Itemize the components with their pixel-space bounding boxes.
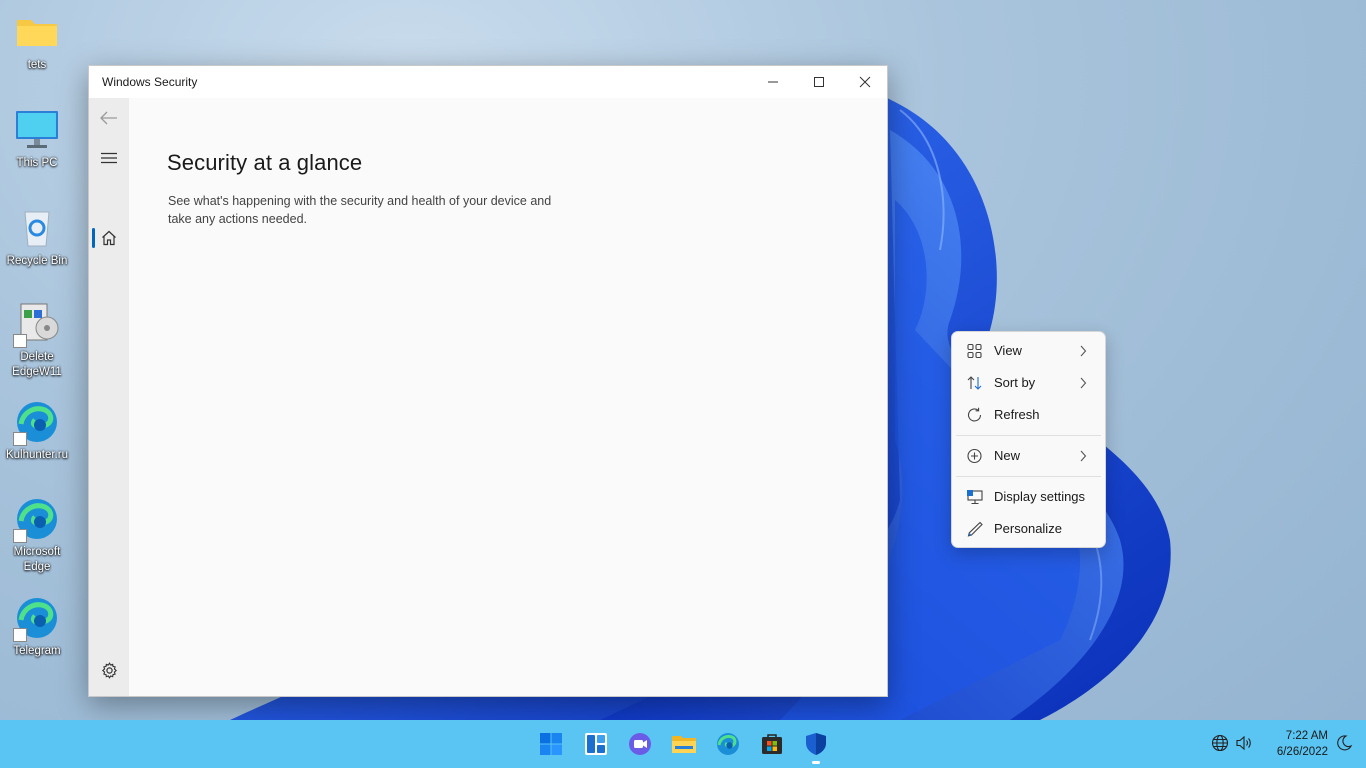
menu-item-sort-by[interactable]: Sort by xyxy=(956,368,1101,398)
display-settings-icon xyxy=(967,490,983,505)
desktop-icon-delete-edgew11[interactable]: Delete EdgeW11 xyxy=(2,300,72,380)
minimize-button[interactable] xyxy=(750,66,796,98)
hamburger-icon xyxy=(101,152,117,164)
windows-security-window[interactable]: Windows Security Security at a glance Se… xyxy=(88,65,888,697)
menu-item-new[interactable]: New xyxy=(956,441,1101,471)
file-explorer-button[interactable] xyxy=(666,726,702,762)
shortcut-arrow-icon xyxy=(13,529,27,543)
edge-icon xyxy=(13,594,61,642)
edge-taskbar-button[interactable] xyxy=(710,726,746,762)
edge-icon xyxy=(13,495,61,543)
chevron-right-icon xyxy=(1080,377,1087,389)
menu-item-label: Sort by xyxy=(994,375,1036,390)
windows-security-icon xyxy=(806,733,826,755)
close-icon xyxy=(859,76,871,88)
menu-item-personalize[interactable]: Personalize xyxy=(956,514,1101,544)
start-button[interactable] xyxy=(533,726,569,762)
menu-separator xyxy=(956,435,1101,436)
desktop-icon-label: Delete EdgeW11 xyxy=(12,351,62,378)
window-title: Windows Security xyxy=(102,75,198,89)
desktop[interactable]: tets This PC Recycle Bin Delete EdgeW11 … xyxy=(0,0,1366,768)
desktop-icon-label: Telegram xyxy=(13,645,61,657)
chevron-right-icon xyxy=(1080,345,1087,357)
menu-button[interactable] xyxy=(89,140,129,176)
windows-security-taskbar-button[interactable] xyxy=(798,726,834,762)
installer-icon xyxy=(13,300,61,348)
active-app-indicator xyxy=(812,761,820,764)
home-button[interactable] xyxy=(89,220,129,256)
page-title: Security at a glance xyxy=(167,150,363,175)
desktop-icon-label: Microsoft Edge xyxy=(13,546,61,573)
taskbar: 7:22 AM 6/26/2022 xyxy=(0,720,1366,768)
menu-item-label: Display settings xyxy=(994,489,1086,504)
back-button[interactable] xyxy=(89,100,129,136)
desktop-icon-microsoft-edge[interactable]: Microsoft Edge xyxy=(2,495,72,575)
recycle-bin-icon xyxy=(13,204,61,252)
sort-icon xyxy=(967,376,982,390)
file-explorer-icon xyxy=(672,736,696,753)
shortcut-arrow-icon xyxy=(13,432,27,446)
edge-icon xyxy=(13,398,61,446)
desktop-icon-label: Recycle Bin xyxy=(6,255,68,267)
menu-separator xyxy=(956,476,1101,477)
chat-button[interactable] xyxy=(622,726,658,762)
menu-item-label: Personalize xyxy=(994,521,1062,536)
start-icon xyxy=(540,733,562,755)
shortcut-arrow-icon xyxy=(13,628,27,642)
page-description: See what's happening with the security a… xyxy=(168,194,552,226)
notifications-icon[interactable] xyxy=(1335,734,1353,752)
network-icon[interactable] xyxy=(1211,734,1229,752)
desktop-icon-recycle-bin[interactable]: Recycle Bin xyxy=(2,204,72,269)
minimize-icon xyxy=(768,81,778,83)
home-icon xyxy=(102,230,116,246)
clock-date: 6/26/2022 xyxy=(1276,746,1328,758)
menu-item-label: Refresh xyxy=(994,407,1040,422)
close-button[interactable] xyxy=(842,66,888,98)
gear-icon xyxy=(101,661,117,679)
store-button[interactable] xyxy=(754,726,790,762)
desktop-icon-telegram[interactable]: Telegram xyxy=(2,594,72,659)
title-bar[interactable]: Windows Security xyxy=(89,66,887,98)
clock-time: 7:22 AM xyxy=(1285,730,1328,742)
navigation-rail xyxy=(89,98,129,696)
desktop-icon-label: Kulhunter.ru xyxy=(5,449,68,461)
desktop-icon-this-pc[interactable]: This PC xyxy=(2,106,72,171)
desktop-icon-tets[interactable]: tets xyxy=(2,8,72,73)
widgets-icon xyxy=(585,733,607,755)
menu-item-view[interactable]: View xyxy=(956,336,1101,366)
maximize-icon xyxy=(814,77,824,87)
shortcut-arrow-icon xyxy=(13,334,27,348)
folder-icon xyxy=(13,8,61,56)
volume-icon[interactable] xyxy=(1235,734,1253,752)
monitor-icon xyxy=(13,106,61,154)
grid-icon xyxy=(967,343,982,359)
widgets-button[interactable] xyxy=(578,726,614,762)
desktop-icon-label: tets xyxy=(27,59,47,71)
menu-item-refresh[interactable]: Refresh xyxy=(956,400,1101,430)
menu-item-label: View xyxy=(994,343,1022,358)
desktop-icon-label: This PC xyxy=(16,157,58,169)
desktop-icon-kulhunter[interactable]: Kulhunter.ru xyxy=(2,398,72,463)
plus-circle-icon xyxy=(967,448,982,464)
clock[interactable]: 7:22 AM 6/26/2022 xyxy=(1262,728,1328,760)
chevron-right-icon xyxy=(1080,450,1087,462)
settings-button[interactable] xyxy=(89,652,129,688)
refresh-icon xyxy=(967,407,982,422)
back-arrow-icon xyxy=(100,111,117,125)
teams-chat-icon xyxy=(629,733,651,755)
pen-icon xyxy=(967,521,983,537)
menu-item-label: New xyxy=(994,448,1021,463)
maximize-button[interactable] xyxy=(796,66,842,98)
edge-icon xyxy=(717,733,739,755)
menu-item-display-settings[interactable]: Display settings xyxy=(956,482,1101,512)
store-icon xyxy=(762,734,782,754)
desktop-context-menu: View Sort by Refresh New Display setting… xyxy=(951,331,1106,548)
